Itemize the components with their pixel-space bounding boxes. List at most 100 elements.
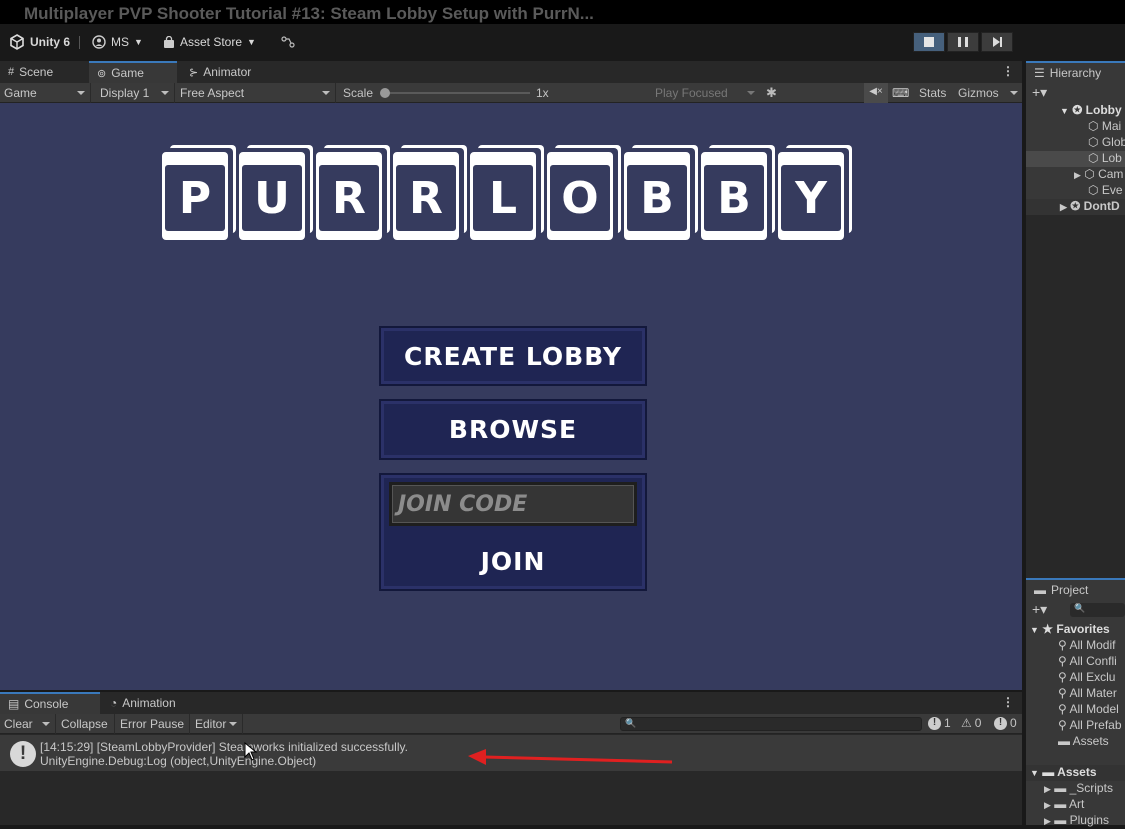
project-search-input[interactable]: 🔍: [1070, 603, 1125, 617]
scale-value: 1x: [536, 86, 549, 100]
scale-slider-handle[interactable]: [380, 88, 390, 98]
browse-button[interactable]: BROWSE: [379, 399, 647, 460]
error-pause-label: Error Pause: [120, 717, 185, 731]
clear-button[interactable]: Clear: [0, 714, 56, 734]
step-button[interactable]: [981, 32, 1013, 52]
game-view-toolbar: Game Display 1 Free Aspect Scale 1x Play…: [0, 83, 1022, 103]
favorite-item[interactable]: ⚲ All Prefab: [1026, 718, 1125, 734]
shopping-bag-icon: [164, 35, 174, 48]
favorite-item[interactable]: ▬ Assets: [1026, 734, 1125, 750]
favorite-item-label: All Modif: [1069, 638, 1116, 652]
unity-menu[interactable]: Unity 6: [9, 33, 70, 51]
view-select[interactable]: Game: [0, 83, 91, 103]
favorite-item[interactable]: ⚲ All Model: [1026, 702, 1125, 718]
hierarchy-item[interactable]: ⬡ Glob: [1026, 135, 1125, 151]
console-tabbar: ▤ Console ◔ Animation ⋮: [0, 692, 1022, 714]
favorite-item[interactable]: ⚲ All Confli: [1026, 654, 1125, 670]
assets-header[interactable]: ▼ ▬ Assets: [1026, 765, 1125, 781]
tab-animation[interactable]: ◔ Animation: [102, 692, 184, 714]
display-select[interactable]: Display 1: [96, 83, 175, 103]
hierarchy-item[interactable]: ⬡ Eve: [1026, 183, 1125, 199]
mouse-cursor-icon: [244, 742, 258, 761]
hierarchy-item[interactable]: ▶ ⬡ Cam: [1026, 167, 1125, 183]
folder-icon: ▬: [1034, 583, 1046, 597]
editor-label: Editor: [195, 717, 227, 731]
folder-item[interactable]: ▶ ▬ _Scripts: [1026, 781, 1125, 797]
aspect-select-label: Free Aspect: [180, 86, 245, 100]
editor-select[interactable]: Editor: [191, 714, 243, 734]
kebab-menu-icon[interactable]: ⋮: [1002, 695, 1014, 709]
assets-label: Assets: [1057, 765, 1097, 779]
hierarchy-item-scene[interactable]: ▼ ✪ Lobby: [1026, 103, 1125, 119]
kebab-menu-icon[interactable]: ⋮: [1002, 64, 1014, 78]
account-dropdown[interactable]: MS ▼: [92, 33, 143, 51]
error-count: 0: [1010, 716, 1017, 730]
favorite-item[interactable]: ⚲ All Exclu: [1026, 670, 1125, 686]
warning-count: 0: [974, 716, 982, 730]
tab-hierarchy[interactable]: ☰ Hierarchy: [1026, 61, 1125, 83]
tab-game[interactable]: ⊚ Game: [89, 61, 177, 83]
tab-game-label: Game: [111, 66, 144, 80]
favorites-label: Favorites: [1056, 622, 1110, 636]
collapse-label: Collapse: [61, 717, 108, 731]
account-label: MS: [111, 35, 129, 49]
logo-letter: L: [473, 165, 533, 231]
hierarchy-item-scene[interactable]: ▶ ✪ DontD: [1026, 199, 1125, 215]
join-code-input[interactable]: JOIN CODE: [389, 482, 637, 526]
favorite-item[interactable]: ⚲ All Modif: [1026, 638, 1125, 654]
caret-down-icon: [161, 91, 169, 95]
chevron-down-icon: ▼: [134, 37, 143, 47]
hierarchy-item-label: Lob: [1101, 151, 1122, 165]
account-icon: [92, 35, 106, 49]
keyboard-icon[interactable]: ⌨: [892, 86, 909, 100]
folder-item[interactable]: ▶ ▬ Art: [1026, 797, 1125, 813]
project-toolbar: +▾ 🔍: [1026, 600, 1125, 620]
gizmos-button[interactable]: Gizmos: [958, 86, 999, 100]
console-search-input[interactable]: 🔍: [620, 717, 922, 731]
log-count-toggle[interactable]: ! 1: [928, 716, 951, 730]
error-count-toggle[interactable]: ! 0: [994, 716, 1017, 730]
gizmos-caret-icon[interactable]: [1010, 91, 1018, 95]
add-icon[interactable]: +▾: [1032, 601, 1047, 618]
tab-animator[interactable]: ⊱ Animator: [181, 61, 259, 83]
pause-button[interactable]: [947, 32, 979, 52]
play-focused-select[interactable]: Play Focused: [651, 83, 760, 103]
folder-item[interactable]: ▶ ▬ Plugins: [1026, 813, 1125, 829]
version-control-button[interactable]: [281, 33, 295, 51]
logo-letter: U: [242, 165, 302, 231]
asset-store-dropdown[interactable]: Asset Store ▼: [163, 33, 256, 51]
favorites-header[interactable]: ▼ ★ Favorites: [1026, 622, 1125, 638]
mute-audio-icon[interactable]: ◀×: [864, 83, 888, 103]
chevron-down-icon: ▼: [247, 37, 256, 47]
join-button[interactable]: JOIN: [381, 535, 645, 587]
scale-slider[interactable]: [380, 88, 530, 98]
stats-button[interactable]: Stats: [919, 86, 946, 100]
hierarchy-item[interactable]: ⬡ Mai: [1026, 119, 1125, 135]
info-icon: !: [928, 716, 941, 730]
tab-project[interactable]: ▬ Project: [1026, 578, 1125, 600]
stop-button[interactable]: [913, 32, 945, 52]
annotation-arrow: [468, 749, 673, 765]
error-pause-toggle[interactable]: Error Pause: [116, 714, 190, 734]
collapse-toggle[interactable]: Collapse: [57, 714, 115, 734]
tab-scene[interactable]: # Scene: [0, 61, 61, 83]
logo-letter: R: [319, 165, 379, 231]
create-lobby-button[interactable]: CREATE LOBBY: [379, 326, 647, 386]
unity-version-label: Unity 6: [30, 35, 71, 49]
hierarchy-tree: ▼ ✪ Lobby ⬡ Mai ⬡ Glob ⬡ Lob ▶ ⬡ Cam ⬡ E…: [1026, 103, 1125, 215]
add-icon[interactable]: +▾: [1032, 84, 1047, 101]
bug-icon[interactable]: ✱: [766, 85, 777, 101]
main-toolbar: Unity 6 MS ▼ Asset Store ▼: [0, 24, 1125, 61]
tab-console-label: Console: [24, 697, 69, 711]
hierarchy-item-label: DontD: [1083, 199, 1120, 213]
hierarchy-item-selected[interactable]: ⬡ Lob: [1026, 151, 1125, 167]
clear-label: Clear: [4, 717, 33, 731]
favorite-item[interactable]: ⚲ All Mater: [1026, 686, 1125, 702]
branch-icon: [281, 36, 295, 48]
warning-count-toggle[interactable]: ⚠ 0: [961, 716, 981, 730]
aspect-select[interactable]: Free Aspect: [176, 83, 336, 103]
display-select-label: Display 1: [100, 86, 150, 100]
favorite-item-label: All Prefab: [1069, 718, 1122, 732]
search-icon: 🔍: [1074, 603, 1086, 613]
tab-console[interactable]: ▤ Console: [0, 692, 100, 714]
